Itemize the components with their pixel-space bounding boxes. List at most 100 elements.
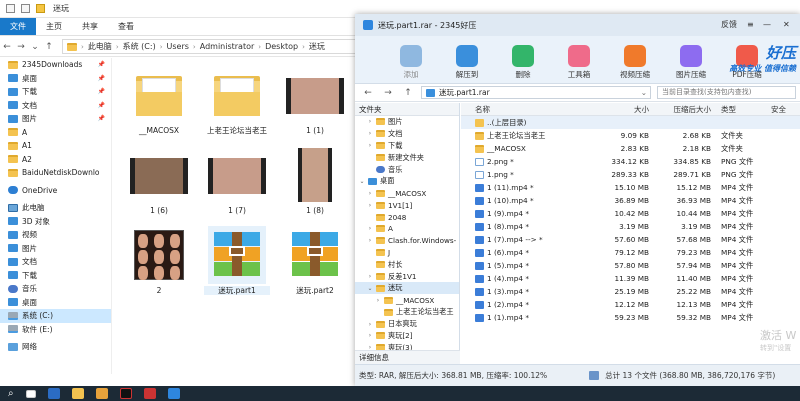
sidebar-item[interactable]: 网络	[0, 340, 111, 354]
tree-item[interactable]: › 图片	[355, 116, 459, 128]
back-icon[interactable]: ←	[361, 88, 375, 98]
checkbox-icon[interactable]	[21, 4, 30, 13]
forward-icon[interactable]: →	[381, 88, 395, 98]
tab-share[interactable]: 共享	[72, 18, 108, 35]
tree-item[interactable]: › 日本爽玩	[355, 318, 459, 330]
feedback-button[interactable]: 反馈	[721, 14, 737, 36]
expand-icon[interactable]: ›	[367, 273, 373, 280]
sidebar-item[interactable]: 视频	[0, 228, 111, 242]
expand-icon[interactable]: ›	[367, 321, 373, 328]
table-row[interactable]: 1 (5).mp4 * 57.80 MB 57.94 MB MP4 文件	[461, 259, 800, 272]
expand-icon[interactable]: ›	[367, 118, 373, 125]
breadcrumb-item[interactable]: 此电脑	[88, 41, 112, 52]
sidebar-item[interactable]: 桌面	[0, 296, 111, 310]
breadcrumb-item[interactable]: Administrator	[200, 42, 255, 51]
up-icon[interactable]: ↑	[401, 88, 415, 98]
tree-item[interactable]: › 爽玩[2]	[355, 330, 459, 342]
table-row[interactable]: 1 (6).mp4 * 79.12 MB 79.23 MB MP4 文件	[461, 246, 800, 259]
tree-item[interactable]: 音乐	[355, 164, 459, 176]
table-row[interactable]: 1 (7).mp4 --> * 57.60 MB 57.68 MB MP4 文件	[461, 233, 800, 246]
table-row[interactable]: ..(上层目录)	[461, 116, 800, 129]
expand-icon[interactable]: ⌄	[359, 178, 365, 185]
tree-item[interactable]: 村长	[355, 259, 459, 271]
tree-item[interactable]: J	[355, 247, 459, 259]
table-row[interactable]: 上老王论坛当老王 9.09 KB 2.68 KB 文件夹	[461, 129, 800, 142]
sidebar-item[interactable]: 文档	[0, 255, 111, 269]
app-icon[interactable]	[143, 388, 156, 399]
archive-path-field[interactable]: 迷玩.part1.rar ⌄	[421, 86, 651, 99]
column-size[interactable]: 大小	[591, 103, 649, 115]
sidebar-item[interactable]: 音乐	[0, 282, 111, 296]
tree-item[interactable]: › 反差1V1	[355, 271, 459, 283]
qq-icon[interactable]	[119, 388, 132, 399]
tab-view[interactable]: 查看	[108, 18, 144, 35]
table-row[interactable]: 1.png * 289.33 KB 289.71 KB PNG 文件	[461, 168, 800, 181]
tree-item[interactable]: 2048	[355, 211, 459, 223]
sidebar-item[interactable]: 软件 (E:)	[0, 323, 111, 337]
file-tile[interactable]: 1 (8)	[282, 146, 348, 215]
tree-item[interactable]: › 下载	[355, 140, 459, 152]
table-row[interactable]: 1 (1).mp4 * 59.23 MB 59.32 MB MP4 文件	[461, 311, 800, 324]
new-folder-icon[interactable]	[36, 4, 45, 13]
up-icon[interactable]: ↑	[42, 42, 56, 52]
file-tile[interactable]: 迷玩.part1	[204, 226, 270, 295]
pin-icon[interactable]: 📌	[98, 61, 105, 68]
tree-item[interactable]: › 文档	[355, 128, 459, 140]
minimize-icon[interactable]: —	[763, 14, 771, 36]
sidebar-item[interactable]: 图片 📌	[0, 112, 111, 126]
expand-icon[interactable]: ›	[367, 130, 373, 137]
path-dropdown-icon[interactable]: ⌄	[641, 88, 647, 97]
table-row[interactable]: 1 (11).mp4 * 15.10 MB 15.12 MB MP4 文件	[461, 181, 800, 194]
details-toggle[interactable]: 详细信息	[355, 350, 460, 364]
column-type[interactable]: 类型	[711, 103, 767, 115]
pin-icon[interactable]: 📌	[98, 88, 105, 95]
column-name[interactable]: 名称	[461, 103, 591, 115]
sidebar-item[interactable]: 桌面 📌	[0, 72, 111, 86]
forward-icon[interactable]: →	[14, 42, 28, 52]
toolbar-button[interactable]: 工具箱	[559, 45, 599, 83]
toolbar-button[interactable]: 删除	[503, 45, 543, 83]
table-row[interactable]: 1 (3).mp4 * 25.19 MB 25.22 MB MP4 文件	[461, 285, 800, 298]
expand-icon[interactable]: ›	[367, 237, 373, 244]
sidebar-item[interactable]: OneDrive	[0, 184, 111, 198]
tree-item[interactable]: 上老王论坛当老王	[355, 306, 459, 318]
sidebar-item[interactable]: 下载 📌	[0, 85, 111, 99]
column-packed[interactable]: 压缩后大小	[649, 103, 712, 115]
expand-icon[interactable]: ›	[367, 190, 373, 197]
pin-icon[interactable]: 📌	[98, 115, 105, 122]
store-icon[interactable]	[95, 388, 108, 399]
toolbar-button[interactable]: 解压到	[447, 45, 487, 83]
breadcrumb-item[interactable]: 系统 (C:)	[123, 41, 156, 52]
file-tile[interactable]: 1 (7)	[204, 146, 270, 215]
pin-icon[interactable]: 📌	[98, 75, 105, 82]
expand-icon[interactable]: ⌄	[367, 285, 373, 292]
archive-search-input[interactable]: 当前目录查找(支持包内查找)	[657, 86, 796, 99]
back-icon[interactable]: ←	[0, 42, 14, 52]
sidebar-item[interactable]: 3D 对象	[0, 215, 111, 229]
file-explorer-icon[interactable]	[71, 388, 84, 399]
breadcrumb-item[interactable]: 迷玩	[309, 41, 325, 52]
sidebar-item[interactable]: A	[0, 126, 111, 140]
table-row[interactable]: 1 (9).mp4 * 10.42 MB 10.44 MB MP4 文件	[461, 207, 800, 220]
sidebar-item[interactable]: 系统 (C:)	[0, 309, 111, 323]
file-tile[interactable]: __MACOSX	[126, 66, 192, 135]
properties-icon[interactable]	[6, 4, 15, 13]
tree-item[interactable]: › A	[355, 223, 459, 235]
tree-item[interactable]: 新建文件夹	[355, 152, 459, 164]
column-security[interactable]: 安全	[767, 103, 800, 115]
sidebar-item[interactable]: A2	[0, 153, 111, 167]
sidebar-item[interactable]: BaiduNetdiskDownlo	[0, 166, 111, 180]
table-row[interactable]: 1 (10).mp4 * 36.89 MB 36.93 MB MP4 文件	[461, 194, 800, 207]
expand-icon[interactable]: ›	[367, 202, 373, 209]
table-row[interactable]: 1 (8).mp4 * 3.19 MB 3.19 MB MP4 文件	[461, 220, 800, 233]
haozip-icon[interactable]	[167, 388, 180, 399]
sidebar-item[interactable]: 此电脑	[0, 201, 111, 215]
sidebar-item[interactable]: 图片	[0, 242, 111, 256]
edge-icon[interactable]	[47, 388, 60, 399]
tree-item[interactable]: › __MACOSX	[355, 294, 459, 306]
file-tile[interactable]: 1 (1)	[282, 66, 348, 135]
table-row[interactable]: 2.png * 334.12 KB 334.85 KB PNG 文件	[461, 155, 800, 168]
file-tile[interactable]: 1 (6)	[126, 146, 192, 215]
toolbar-button[interactable]: 视频压缩	[615, 45, 655, 83]
tree-item[interactable]: › 1V1[1]	[355, 199, 459, 211]
